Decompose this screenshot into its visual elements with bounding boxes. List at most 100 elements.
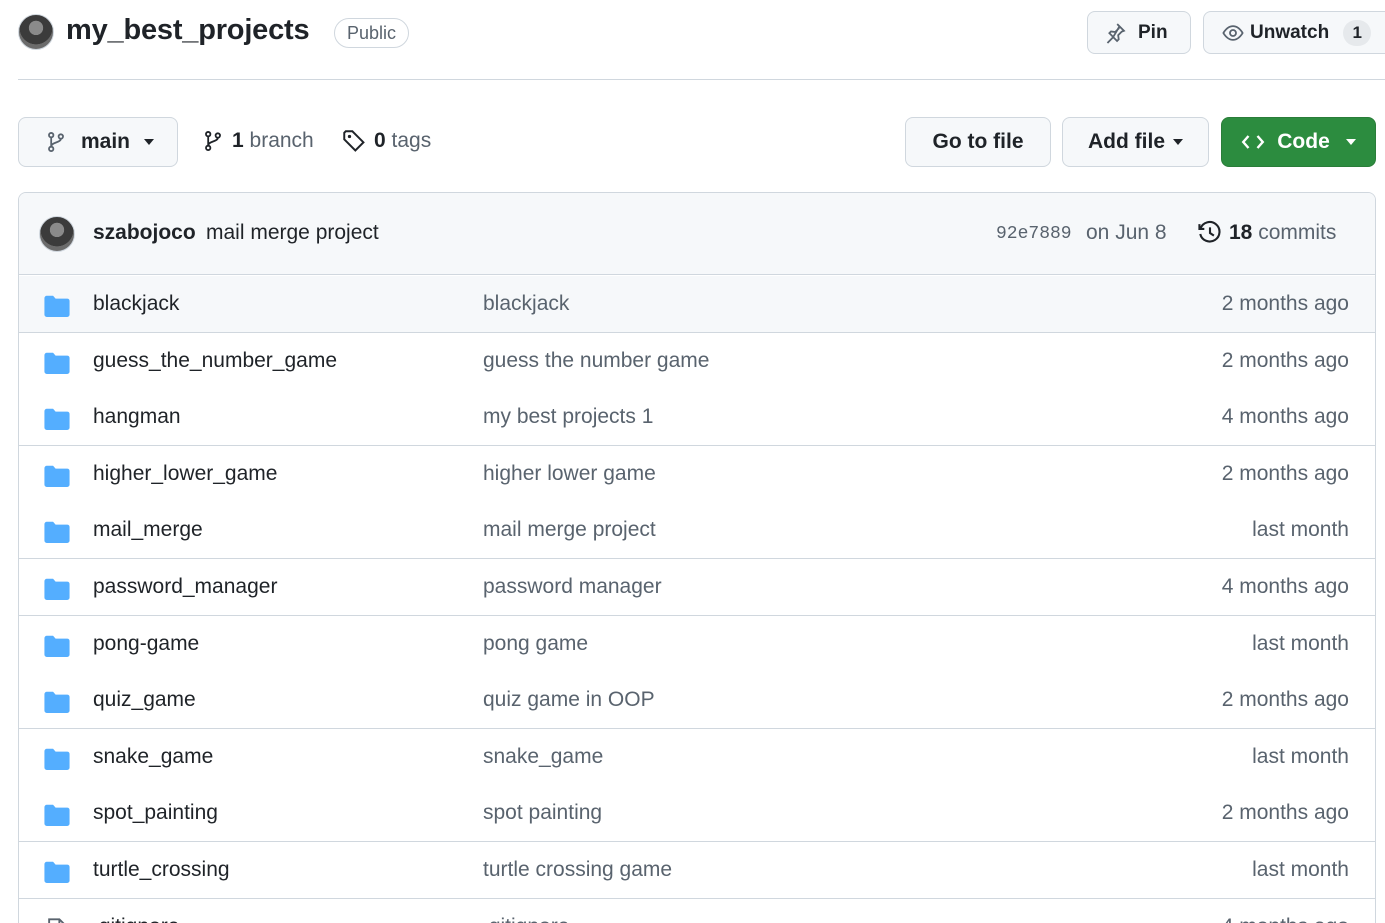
folder-icon (44, 805, 70, 827)
repo-header: my_best_projects Public Pin Unwatch 1 (18, 0, 1385, 80)
file-updated-age: 2 months ago (1221, 348, 1349, 372)
file-updated-age: 2 months ago (1221, 461, 1349, 485)
branch-select-button[interactable]: main (18, 117, 178, 167)
commit-count-word: commits (1258, 221, 1337, 244)
file-name-link[interactable]: guess_the_number_game (93, 349, 337, 373)
code-icon (1241, 135, 1265, 149)
file-commit-message-link[interactable]: password manager (483, 575, 662, 599)
file-commit-message-link[interactable]: quiz game in OOP (483, 688, 655, 712)
code-button[interactable]: Code (1221, 117, 1376, 167)
folder-icon (44, 352, 70, 374)
file-name-link[interactable]: turtle_crossing (93, 858, 230, 882)
file-commit-message-link[interactable]: mail merge project (483, 518, 656, 542)
visibility-badge: Public (334, 18, 410, 48)
git-branch-icon (205, 131, 221, 151)
file-name-link[interactable]: .gitignore (93, 915, 179, 923)
file-name-link[interactable]: pong-game (93, 632, 199, 656)
file-updated-age: 4 months ago (1222, 915, 1349, 923)
pin-button[interactable]: Pin (1087, 11, 1191, 54)
file-commit-message-link[interactable]: snake_game (483, 745, 603, 769)
branch-count: 1 (232, 129, 244, 152)
branch-word: branch (249, 129, 314, 152)
chevron-down-icon (144, 139, 155, 145)
watch-label: Unwatch (1250, 21, 1330, 43)
file-updated-age: 2 months ago (1221, 292, 1349, 315)
add-file-button[interactable]: Add file (1062, 117, 1209, 167)
file-name-link[interactable]: mail_merge (93, 518, 203, 542)
unwatch-button[interactable]: Unwatch 1 (1203, 11, 1385, 54)
file-name-link[interactable]: quiz_game (93, 688, 196, 712)
file-updated-age: last month (1252, 631, 1349, 655)
file-commit-message-link[interactable]: turtle crossing game (483, 858, 672, 882)
folder-icon (44, 578, 70, 600)
folder-icon (44, 408, 70, 431)
file-updated-age: last month (1252, 518, 1349, 542)
watch-count: 1 (1343, 19, 1372, 46)
commit-message-link[interactable]: mail merge project (206, 221, 379, 245)
folder-icon (44, 465, 70, 487)
file-row[interactable]: snake_game snake_game last month (19, 728, 1375, 786)
folder-icon (44, 635, 70, 657)
file-row[interactable]: spot_painting spot painting 2 months ago (19, 785, 1375, 843)
file-updated-age: 4 months ago (1221, 575, 1349, 598)
file-icon (48, 917, 65, 923)
git-branch-icon (48, 132, 64, 152)
file-row[interactable]: guess_the_number_game guess the number ga… (19, 332, 1375, 390)
branches-link[interactable]: 1 branch (202, 129, 314, 153)
file-row[interactable]: password_manager password manager 4 months… (19, 559, 1375, 616)
file-row[interactable]: higher_lower_game higher lower game 2 mont… (19, 445, 1375, 503)
file-row[interactable]: mail_merge mail merge project last month (19, 502, 1375, 560)
chevron-down-icon (1173, 139, 1183, 145)
go-to-file-button[interactable]: Go to file (905, 117, 1051, 167)
file-commit-message-link[interactable]: spot painting (483, 801, 602, 825)
tags-link[interactable]: 0 tags (342, 129, 431, 153)
latest-commit-bar: szabojoco mail merge project 92e7889 on … (19, 193, 1375, 275)
file-updated-age: 2 months ago (1221, 688, 1349, 712)
file-updated-age: 4 months ago (1221, 405, 1349, 429)
file-list-box: szabojoco mail merge project 92e7889 on … (18, 192, 1376, 923)
tag-word: tags (391, 129, 432, 152)
eye-icon (1222, 24, 1244, 41)
folder-icon (44, 748, 70, 770)
file-navigation: main 1 branch 0 tags Go to file Add file… (18, 117, 1376, 167)
pin-icon (1106, 22, 1126, 44)
commit-sha-link[interactable]: 92e7889 (996, 224, 1072, 244)
file-name-link[interactable]: snake_game (93, 745, 213, 769)
tag-icon (343, 130, 365, 152)
file-name-link[interactable]: spot_painting (93, 801, 218, 825)
file-commit-message-link[interactable]: blackjack (483, 292, 569, 316)
file-commit-message-link[interactable]: guess the number game (483, 349, 709, 373)
file-commit-message-link[interactable]: pong game (483, 632, 588, 656)
file-name-link[interactable]: password_manager (93, 575, 277, 599)
file-row[interactable]: turtle_crossing turtle crossing game last … (19, 842, 1375, 899)
file-updated-age: last month (1252, 744, 1349, 768)
file-updated-age: last month (1252, 858, 1349, 881)
file-commit-message-link[interactable]: higher lower game (483, 462, 656, 486)
commit-count: 18 (1229, 221, 1253, 244)
commit-date: on Jun 8 (1086, 221, 1167, 244)
file-commit-message-link[interactable]: .gitignore (483, 915, 569, 923)
history-icon (1198, 220, 1221, 243)
folder-icon (44, 522, 70, 544)
file-row[interactable]: blackjack blackjack 2 months ago (19, 276, 1375, 333)
code-label: Code (1277, 130, 1330, 153)
file-commit-message-link[interactable]: my best projects 1 (483, 405, 653, 429)
folder-icon (44, 861, 70, 883)
folder-icon (44, 295, 70, 317)
author-avatar[interactable] (39, 216, 75, 252)
commit-author-link[interactable]: szabojoco (93, 221, 196, 245)
file-name-link[interactable]: higher_lower_game (93, 462, 277, 486)
commits-history-link[interactable]: 18 commits (1197, 220, 1336, 246)
file-row[interactable]: pong-game pong game last month (19, 615, 1375, 673)
file-row[interactable]: hangman my best projects 1 4 months ago (19, 389, 1375, 447)
pin-label: Pin (1138, 21, 1168, 43)
file-name-link[interactable]: blackjack (93, 292, 179, 316)
file-name-link[interactable]: hangman (93, 405, 181, 429)
branch-name: main (81, 130, 131, 153)
repo-name-link[interactable]: my_best_projects (66, 14, 310, 47)
add-file-label: Add file (1088, 130, 1165, 153)
file-updated-age: 2 months ago (1221, 801, 1349, 825)
owner-avatar[interactable] (18, 14, 54, 50)
file-row[interactable]: .gitignore .gitignore 4 months ago (19, 898, 1375, 923)
file-row[interactable]: quiz_game quiz game in OOP 2 months ago (19, 672, 1375, 730)
